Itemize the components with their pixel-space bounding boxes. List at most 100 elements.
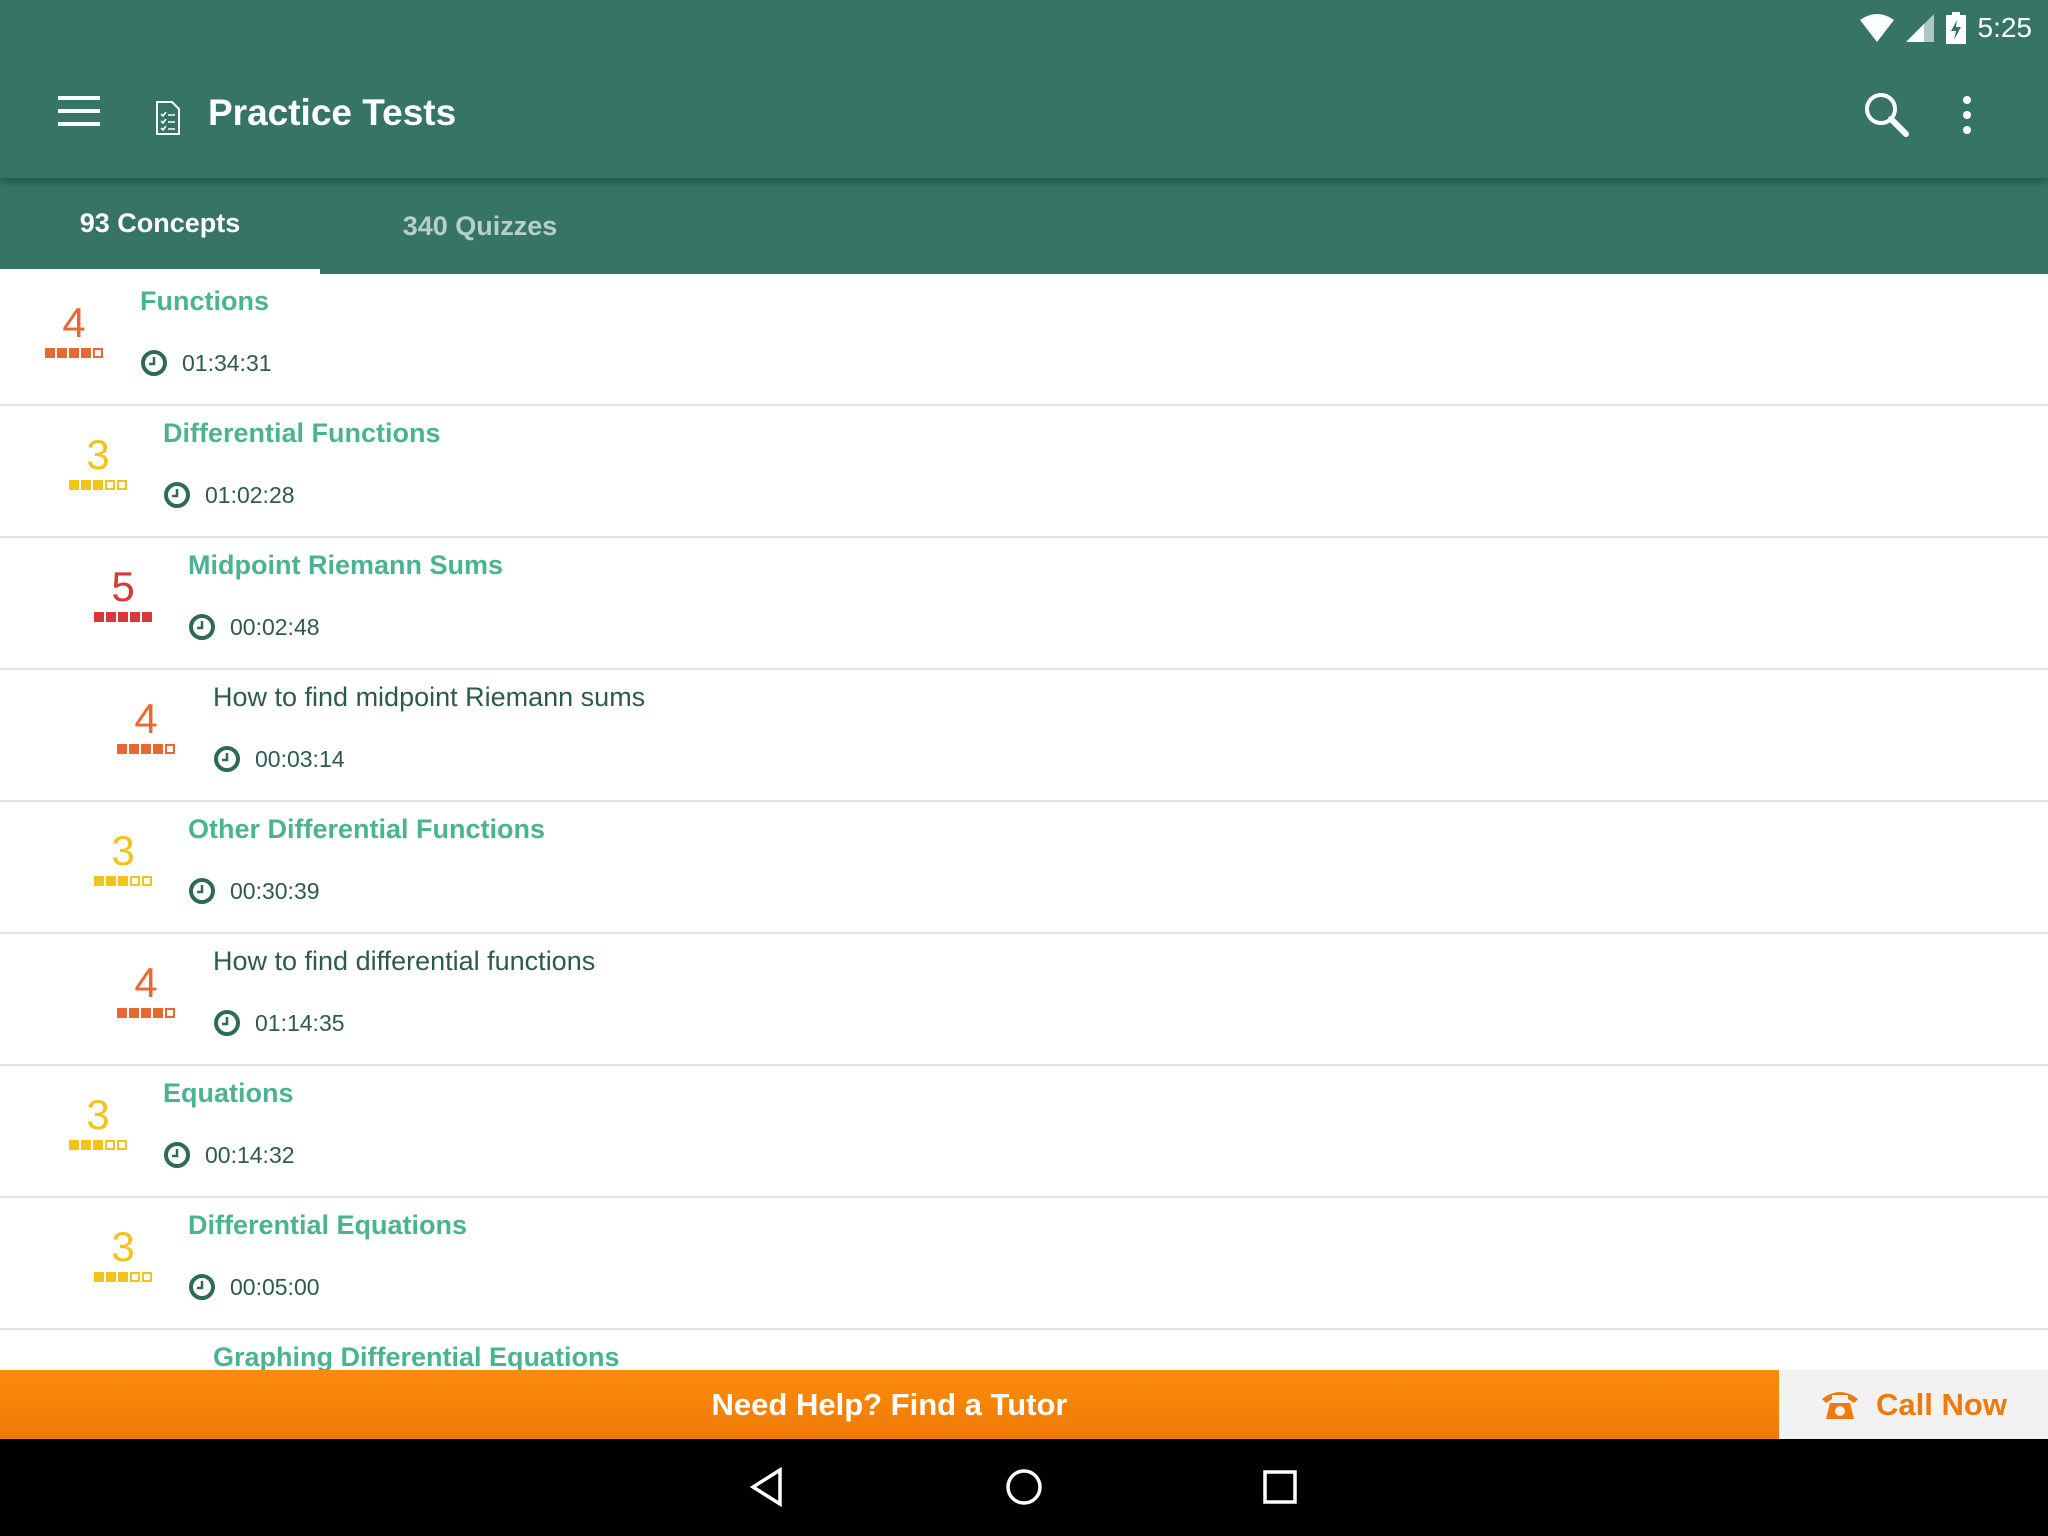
clock-icon xyxy=(164,482,190,508)
list-item[interactable]: 4 Functions 01:34:31 xyxy=(0,274,2048,406)
score-square xyxy=(118,876,128,886)
item-title: Midpoint Riemann Sums xyxy=(188,550,504,580)
time-value: 01:14:35 xyxy=(255,1009,345,1036)
item-time: 00:05:00 xyxy=(188,1273,320,1301)
score-square xyxy=(93,348,103,358)
find-tutor-button[interactable]: Need Help? Find a Tutor xyxy=(0,1370,1779,1439)
score-square xyxy=(117,744,127,754)
score-square xyxy=(130,876,140,886)
score-square xyxy=(165,1008,175,1018)
call-now-button[interactable]: Call Now xyxy=(1779,1370,2048,1439)
score-square xyxy=(141,744,151,754)
clock-icon xyxy=(141,350,167,376)
tutor-banner: Need Help? Find a Tutor Call Now xyxy=(0,1370,2048,1439)
score-badge: 3 xyxy=(66,434,130,490)
score-badge: 4 xyxy=(114,962,178,1018)
call-now-label: Call Now xyxy=(1876,1386,2007,1422)
score-square xyxy=(105,1140,115,1150)
item-title: Functions xyxy=(140,286,269,316)
score-value: 4 xyxy=(62,299,86,346)
score-square xyxy=(94,876,104,886)
score-badge: 5 xyxy=(91,566,155,622)
score-square xyxy=(118,1272,128,1282)
page-title: Practice Tests xyxy=(208,92,457,133)
list-item[interactable]: 3 Equations 00:14:32 xyxy=(0,1066,2048,1198)
list-item[interactable]: 4 How to find midpoint Riemann sums 00:03:… xyxy=(0,670,2048,802)
score-square xyxy=(106,612,116,622)
score-badge: 3 xyxy=(91,830,155,886)
home-icon[interactable] xyxy=(1004,1467,1044,1507)
concept-list: 4 Functions 01:34:31 3 Differential Function… xyxy=(0,274,2048,1390)
score-square xyxy=(94,612,104,622)
item-title: Differential Equations xyxy=(188,1210,468,1240)
clock-icon xyxy=(214,1010,240,1036)
practice-test-icon xyxy=(156,101,180,135)
score-square xyxy=(106,876,116,886)
score-square xyxy=(153,1008,163,1018)
item-title: Other Differential Functions xyxy=(188,814,546,844)
time-value: 00:14:32 xyxy=(205,1141,295,1168)
tab-bar: 93 Concepts 340 Quizzes xyxy=(0,178,2048,274)
score-square xyxy=(117,1140,127,1150)
tab-quizzes[interactable]: 340 Quizzes xyxy=(320,178,640,274)
time-value: 00:03:14 xyxy=(255,745,345,772)
clock-icon xyxy=(189,878,215,904)
list-item[interactable]: 5 Midpoint Riemann Sums 00:02:48 xyxy=(0,538,2048,670)
clock-icon xyxy=(189,1274,215,1300)
score-badge: 4 xyxy=(42,302,106,358)
battery-icon xyxy=(1945,12,1966,44)
list-item[interactable]: 4 How to find differential functions 01:14… xyxy=(0,934,2048,1066)
search-icon[interactable] xyxy=(1862,90,1910,138)
item-title: How to find differential functions xyxy=(213,946,596,976)
time-value: 01:02:28 xyxy=(205,481,295,508)
item-title: Graphing Differential Equations xyxy=(213,1342,620,1372)
score-badge: 3 xyxy=(66,1094,130,1150)
score-square xyxy=(69,1140,79,1150)
score-square xyxy=(130,612,140,622)
list-item[interactable]: 3 Differential Functions 01:02:28 xyxy=(0,406,2048,538)
time-value: 01:34:31 xyxy=(182,349,272,376)
item-time: 00:30:39 xyxy=(188,877,320,905)
score-square xyxy=(69,348,79,358)
system-nav-bar xyxy=(0,1439,2048,1536)
score-square xyxy=(93,1140,103,1150)
time-value: 00:02:48 xyxy=(230,613,320,640)
item-time: 01:14:35 xyxy=(213,1009,345,1037)
score-value: 3 xyxy=(86,431,110,478)
score-square xyxy=(45,348,55,358)
score-square xyxy=(106,1272,116,1282)
score-square xyxy=(81,1140,91,1150)
item-time: 01:02:28 xyxy=(163,481,295,509)
score-square xyxy=(165,744,175,754)
item-title: Differential Functions xyxy=(163,418,441,448)
score-square xyxy=(141,1008,151,1018)
score-square xyxy=(81,348,91,358)
more-options-icon[interactable] xyxy=(1962,96,1972,134)
recents-icon[interactable] xyxy=(1262,1467,1298,1507)
score-square xyxy=(118,612,128,622)
score-square xyxy=(105,480,115,490)
time-value: 00:30:39 xyxy=(230,877,320,904)
score-badge: 3 xyxy=(91,1226,155,1282)
score-value: 3 xyxy=(86,1091,110,1138)
status-bar: 5:25 xyxy=(1859,8,2032,48)
item-time: 00:14:32 xyxy=(163,1141,295,1169)
score-value: 3 xyxy=(111,827,135,874)
score-square xyxy=(129,1008,139,1018)
score-square xyxy=(142,876,152,886)
score-value: 4 xyxy=(134,959,158,1006)
tab-concepts[interactable]: 93 Concepts xyxy=(0,178,320,274)
score-square xyxy=(130,1272,140,1282)
list-item[interactable]: 3 Differential Equations 00:05:00 xyxy=(0,1198,2048,1330)
item-time: 00:03:14 xyxy=(213,745,345,773)
phone-icon xyxy=(1822,1391,1859,1419)
list-item[interactable]: 3 Other Differential Functions 00:30:39 xyxy=(0,802,2048,934)
score-square xyxy=(117,1008,127,1018)
score-square xyxy=(69,480,79,490)
clock-icon xyxy=(189,614,215,640)
back-icon[interactable] xyxy=(750,1467,784,1507)
item-title: Equations xyxy=(163,1078,294,1108)
menu-icon[interactable] xyxy=(58,96,100,126)
clock-icon xyxy=(214,746,240,772)
score-square xyxy=(129,744,139,754)
